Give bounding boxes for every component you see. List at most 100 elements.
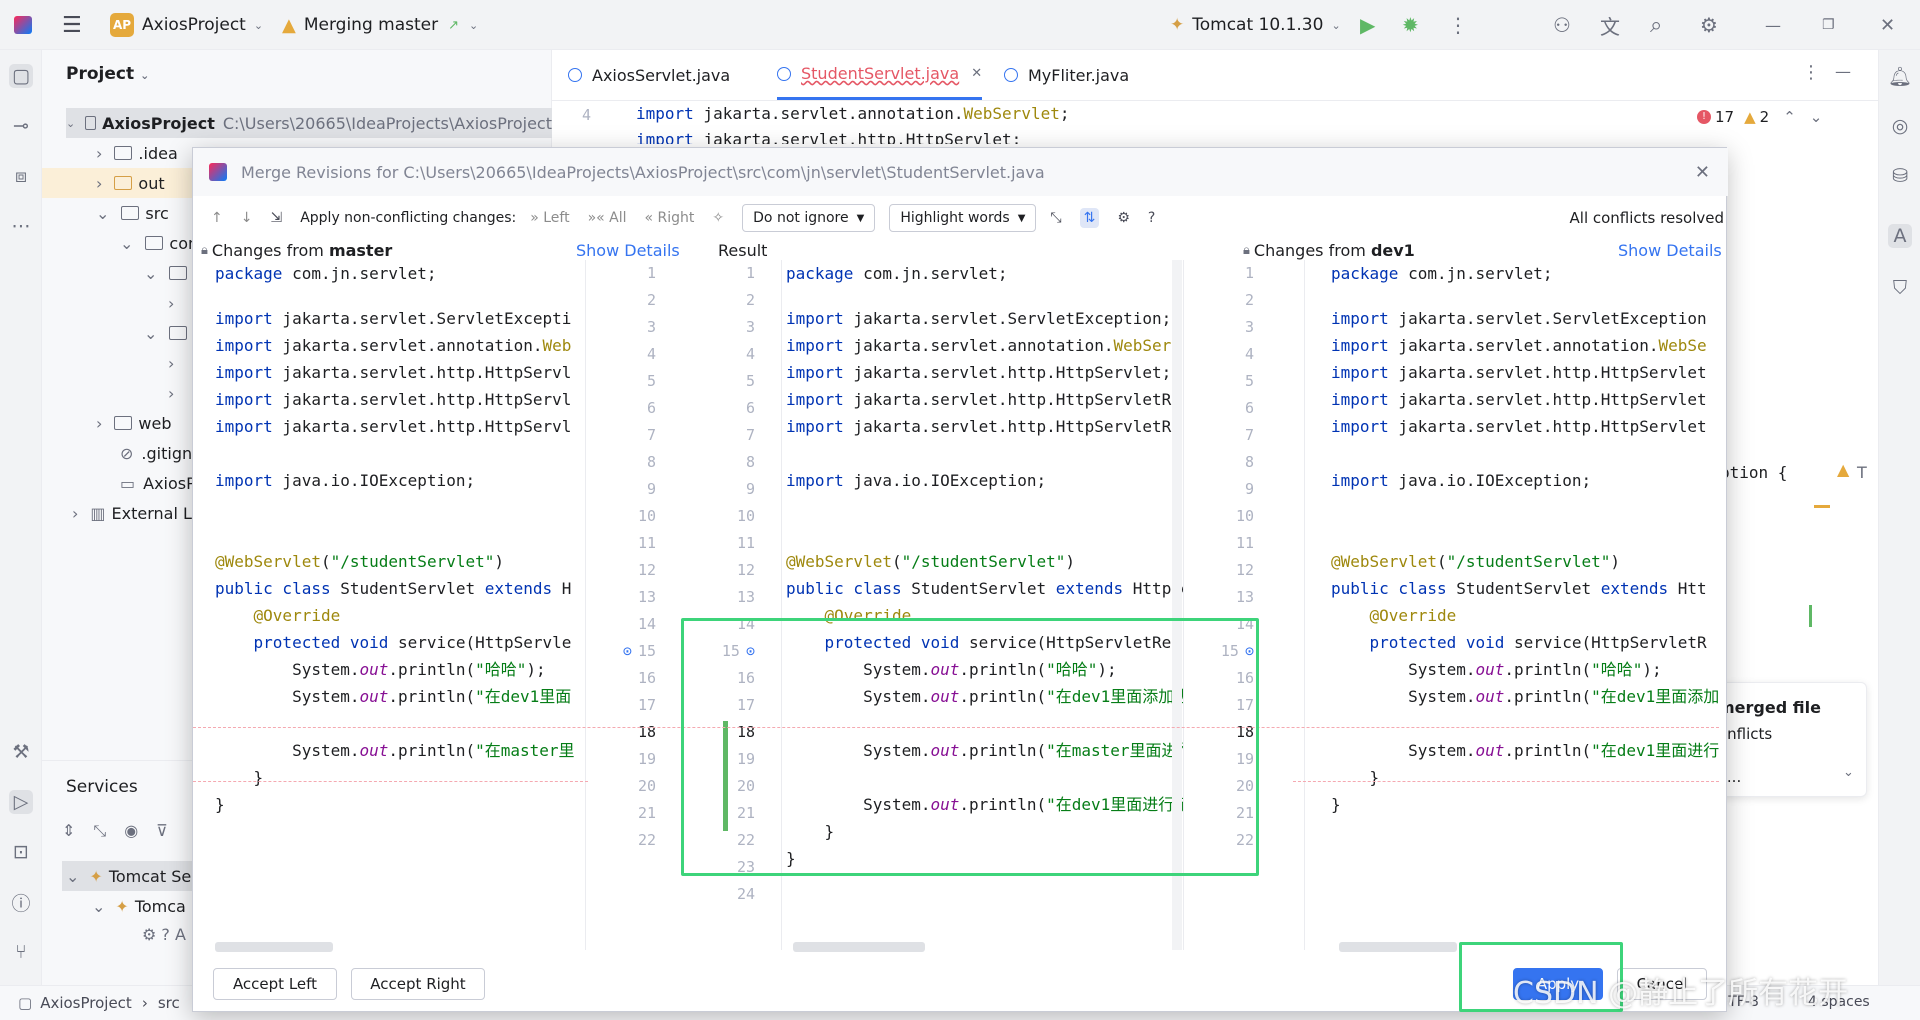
run-config-select[interactable]: ✦ Tomcat 10.1.30 ⌄ [1170,0,1341,50]
add-user-icon[interactable]: ⚇ [1553,0,1571,50]
project-name: AxiosProject [142,15,246,35]
right-tool-strip: 🔔︎ ◎ ⛁ A ⛉ [1878,50,1920,1000]
accept-left-button[interactable]: Accept Left [213,968,337,1000]
dialog-title: Merge Revisions for C:\Users\20665\IdeaP… [241,162,1045,182]
right-hscroll[interactable] [1339,942,1457,952]
tree-item-src[interactable]: ⌄ src [96,198,169,228]
services-tomcat-server[interactable]: ⌄ ✦ Tomcat Se [66,861,191,891]
maximize-icon[interactable]: ❐ [1822,0,1835,50]
app-logo[interactable] [14,0,32,50]
security-icon[interactable]: ⛉ [1888,276,1912,300]
tree-item-external[interactable]: › ▥ External L [72,498,192,528]
tree-root[interactable]: ⌄ AxiosProject C:\Users\20665\IdeaProjec… [66,108,552,138]
inspection-widget[interactable]: ! 17 ▲ 2 ⌃ ⌄ [1697,108,1822,126]
ignore-select[interactable]: Do not ignore ▼ [742,204,876,232]
project-panel-title[interactable]: Project ⌄ [66,64,149,84]
sync-scroll-icon[interactable]: ⇅ [1079,208,1100,228]
chevron-down-icon: ⌄ [1331,18,1341,32]
watermark: CSDN @静止了所有花开 [1513,976,1849,1011]
highlight-select[interactable]: Highlight words ▼ [889,204,1037,232]
database-icon[interactable]: ⛁ [1888,164,1912,188]
apply-label: Apply non-conflicting changes: [300,210,517,226]
tree-item-class3[interactable]: › [168,378,186,408]
notifications-icon[interactable]: 🔔︎ [1888,64,1912,88]
collapse-icon[interactable]: ⤡ [1050,210,1061,226]
lock-icon: 🔒︎ [1243,242,1250,258]
branch-label: Merging master [303,15,439,35]
git-tool-icon[interactable]: ⑂ [9,940,33,964]
translate-icon[interactable]: 文 [1600,0,1620,50]
tree-item-package2[interactable]: ⌄ [144,318,193,348]
tab-axios-servlet[interactable]: AxiosServlet.java [568,50,730,100]
lock-icon: 🔒︎ [201,242,208,258]
services-toolbar[interactable]: ⇕⤡◉⊽ [62,821,186,841]
tree-item-class[interactable]: › [168,288,186,318]
chevron-down-icon[interactable]: ⌄ [1843,765,1854,780]
services-artifact[interactable]: ⚙ ? A [142,919,186,949]
apply-all-button[interactable]: »« All [588,210,627,226]
tree-item-package[interactable]: ⌄ [144,258,193,288]
close-icon[interactable]: ✕ [1880,0,1895,50]
apply-right-button[interactable]: « Right [645,210,695,226]
accept-right-button[interactable]: Accept Right [351,968,485,1000]
prev-change-icon[interactable]: ↑ [211,210,223,226]
more-icon[interactable]: ⋮ [1448,0,1468,50]
project-switcher[interactable]: AP AxiosProject ⌄ [110,0,263,50]
more-tools-icon[interactable]: ⋯ [9,214,33,238]
minimize-editor-icon[interactable]: — [1835,62,1851,81]
merge-status: All conflicts resolved [1569,209,1724,227]
branch-widget[interactable]: ▲ Merging master ↗ ⌄ [282,0,478,50]
run-icon[interactable]: ▶ [1360,0,1375,50]
tree-item-iml[interactable]: ▭ AxiosP [120,468,196,498]
bg-line-num: 4 [582,106,592,124]
tab-my-fliter[interactable]: MyFliter.java [1004,50,1129,100]
result-header: Result [718,240,768,260]
apply-left-button[interactable]: » Left [530,210,569,226]
tree-item-class2[interactable]: › [168,348,186,378]
intellij-logo-icon [209,163,227,181]
right-show-details-link[interactable]: Show Details [1618,240,1722,260]
warning-icon: ▲ [1744,108,1756,126]
build-tool-icon[interactable]: ⚒ [9,740,33,764]
minimize-icon[interactable]: — [1765,0,1781,50]
close-icon[interactable]: ✕ [1695,162,1710,183]
main-menu-icon[interactable]: ☰ [62,0,82,50]
structure-icon[interactable]: A [1888,224,1912,248]
services-tomcat[interactable]: ⌄ ✦ Tomca [92,891,186,921]
settings-icon[interactable]: ⚙ [1117,210,1130,226]
project-tool-icon[interactable]: ▢ [9,64,33,88]
notification-popup[interactable]: merged file onflicts o... ⌄ [1717,682,1867,797]
tree-item-web[interactable]: › web [96,408,172,438]
tab-student-servlet[interactable]: StudentServlet.java ✕ [777,50,983,100]
apply-changes-icon[interactable]: ⇲ [270,210,282,226]
bg-code-line: import jakarta.servlet.http.HttpServlet; [636,130,1022,144]
next-change-icon[interactable]: ↓ [241,210,253,226]
right-code-pane[interactable]: package com.jn.servlet; import jakarta.s… [1304,260,1719,950]
magic-resolve-icon[interactable]: ✧ [712,210,724,226]
dialog-title-bar: Merge Revisions for C:\Users\20665\IdeaP… [193,148,1728,196]
error-icon: ! [1697,110,1711,124]
search-icon[interactable]: ⌕ [1650,0,1662,50]
ai-assistant-icon[interactable]: ◎ [1888,114,1912,138]
commit-tool-icon[interactable]: ⊸ [9,114,33,138]
settings-icon[interactable]: ⚙ [1700,0,1718,50]
run-config-label: Tomcat 10.1.30 [1192,15,1324,35]
terminal-tool-icon[interactable]: ⊡ [9,840,33,864]
close-tab-icon: ✕ [971,66,983,81]
breadcrumb[interactable]: ▢ AxiosProject › src [18,994,180,1012]
problems-tool-icon[interactable]: ⓘ [9,890,33,915]
tree-item-idea[interactable]: › .idea [96,138,178,168]
left-code-pane[interactable]: package com.jn.servlet; import jakarta.s… [193,260,585,950]
help-icon[interactable]: ? [1148,210,1155,226]
structure-tool-icon[interactable]: ⧈ [9,164,33,188]
debug-icon[interactable]: ✹ [1402,0,1419,50]
right-pane-header: 🔒︎ Changes from dev1 [1243,240,1415,260]
left-show-details-link[interactable]: Show Details [576,240,680,260]
warning-icon: ▲ [282,14,296,36]
merge-toolbar: ↑ ↓ ⇲ Apply non-conflicting changes: » L… [193,196,1728,240]
tabs-menu-icon[interactable]: ⋮ [1802,62,1820,83]
services-tool-icon[interactable]: ▷ [9,790,33,814]
left-gutter: 1 2 3 4 5 6 7 8 9 10 11 12 13 14 ⊙ 15 16 … [585,260,685,950]
result-hscroll[interactable] [793,942,925,952]
left-hscroll[interactable] [215,942,333,952]
